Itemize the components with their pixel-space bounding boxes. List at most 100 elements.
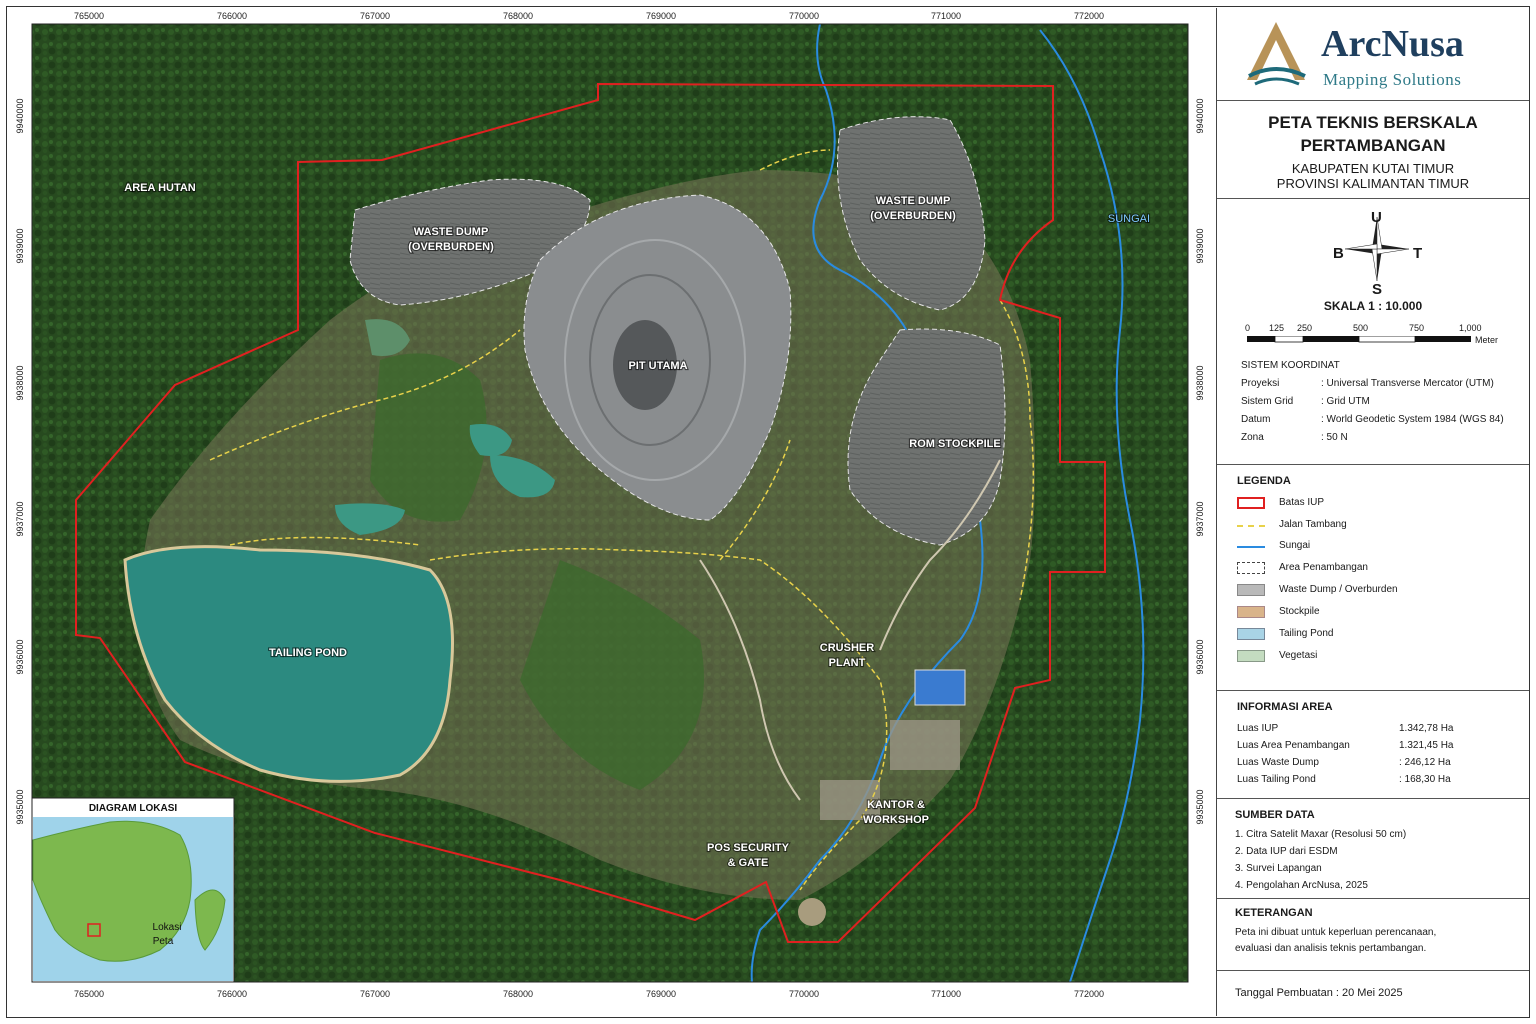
y-tick: 9939000 bbox=[15, 228, 25, 263]
y-tick: 9935000 bbox=[1195, 789, 1205, 824]
coord-value: : Universal Transverse Mercator (UTM) bbox=[1321, 378, 1494, 389]
source-item: 4. Pengolahan ArcNusa, 2025 bbox=[1235, 880, 1368, 891]
info-value: : 246,12 Ha bbox=[1399, 757, 1451, 768]
label-sungai: SUNGAI bbox=[1108, 213, 1150, 225]
legend-label: Batas IUP bbox=[1279, 497, 1325, 508]
legend-symbol-iup bbox=[1237, 497, 1265, 509]
x-axis-ticks-top: 765000 766000 767000 768000 769000 77000… bbox=[74, 11, 1104, 21]
y-axis-ticks-left: 9940000 9939000 9938000 9937000 9936000 … bbox=[15, 98, 25, 824]
scale-unit: Meter bbox=[1475, 335, 1499, 345]
x-tick: 772000 bbox=[1074, 11, 1104, 21]
x-tick: 767000 bbox=[360, 989, 390, 999]
compass-west: B bbox=[1333, 245, 1344, 262]
legend-title: LEGENDA bbox=[1237, 475, 1291, 487]
info-key: Luas Waste Dump bbox=[1237, 757, 1319, 768]
scale-tick-500: 500 bbox=[1353, 323, 1369, 333]
x-tick: 772000 bbox=[1074, 989, 1104, 999]
x-tick: 770000 bbox=[789, 989, 819, 999]
area-info-block: INFORMASI AREA Luas IUP 1.342,78 Ha Luas… bbox=[1217, 690, 1529, 798]
y-tick: 9937000 bbox=[15, 501, 25, 536]
date-block: Tanggal Pembuatan : 20 Mei 2025 bbox=[1217, 970, 1529, 1016]
inset-label-lokasi: Lokasi bbox=[153, 922, 182, 933]
legend-symbol-stockpile bbox=[1237, 606, 1265, 618]
legend-label: Area Penambangan bbox=[1279, 562, 1368, 573]
y-tick: 9938000 bbox=[15, 365, 25, 400]
y-tick: 9936000 bbox=[1195, 639, 1205, 674]
compass-scale-block: U S B T SKALA 1 : 10.000 0 125 250 500 7… bbox=[1217, 198, 1529, 358]
label-pit-utama: PIT UTAMA bbox=[628, 360, 687, 372]
x-tick: 771000 bbox=[931, 11, 961, 21]
x-axis-ticks-bottom: 765000 766000 767000 768000 769000 77000… bbox=[74, 989, 1104, 999]
compass-east: T bbox=[1413, 245, 1423, 262]
inset-title: DIAGRAM LOKASI bbox=[89, 803, 178, 814]
notes-line-2: evaluasi dan analisis teknis pertambanga… bbox=[1235, 943, 1427, 954]
x-tick: 765000 bbox=[74, 989, 104, 999]
info-value: : 168,30 Ha bbox=[1399, 774, 1451, 785]
label-waste-dump-1-sub: (OVERBURDEN) bbox=[408, 241, 494, 253]
info-value: 1.342,78 Ha bbox=[1399, 723, 1454, 734]
inset-location-diagram: DIAGRAM LOKASI Lokasi Peta bbox=[31, 797, 235, 983]
logo-mark-icon bbox=[1247, 22, 1306, 86]
map-info-panel: ArcNusa Mapping Solutions PETA TEKNIS BE… bbox=[1216, 8, 1529, 1016]
creation-date: Tanggal Pembuatan : 20 Mei 2025 bbox=[1235, 987, 1403, 999]
info-value: 1.321,45 Ha bbox=[1399, 740, 1454, 751]
label-area-hutan: AREA HUTAN bbox=[124, 182, 196, 194]
x-tick: 768000 bbox=[503, 989, 533, 999]
y-tick: 9936000 bbox=[15, 639, 25, 674]
y-tick: 9939000 bbox=[1195, 228, 1205, 263]
source-item: 2. Data IUP dari ESDM bbox=[1235, 846, 1338, 857]
x-tick: 767000 bbox=[360, 11, 390, 21]
legend-block: LEGENDA Batas IUP Jalan Tambang Sungai A… bbox=[1217, 464, 1529, 690]
label-crusher: CRUSHER bbox=[820, 642, 874, 654]
x-tick: 770000 bbox=[789, 11, 819, 21]
scale-bar bbox=[1247, 336, 1471, 343]
legend-label: Stockpile bbox=[1279, 606, 1320, 617]
y-tick: 9940000 bbox=[15, 98, 25, 133]
label-waste-dump-2: WASTE DUMP bbox=[876, 195, 951, 207]
x-tick: 771000 bbox=[931, 989, 961, 999]
legend-symbol-waste-dump bbox=[1237, 584, 1265, 596]
legend-label: Tailing Pond bbox=[1279, 628, 1334, 639]
source-item: 1. Citra Satelit Maxar (Resolusi 50 cm) bbox=[1235, 829, 1407, 840]
label-pos-security-sub: & GATE bbox=[728, 857, 769, 869]
info-key: Luas Area Penambangan bbox=[1237, 740, 1350, 751]
legend-symbol-road bbox=[1237, 525, 1265, 527]
info-title: INFORMASI AREA bbox=[1237, 701, 1333, 713]
info-key: Luas Tailing Pond bbox=[1237, 774, 1316, 785]
legend-label: Vegetasi bbox=[1279, 650, 1318, 661]
legend-label: Sungai bbox=[1279, 540, 1311, 551]
title-block: PETA TEKNIS BERSKALA PERTAMBANGAN KABUPA… bbox=[1217, 100, 1529, 198]
label-pos-security: POS SECURITY bbox=[707, 842, 790, 854]
y-tick: 9937000 bbox=[1195, 501, 1205, 536]
label-crusher-sub: PLANT bbox=[829, 657, 866, 669]
label-rom-stockpile: ROM STOCKPILE bbox=[909, 438, 1000, 450]
scale-tick-250: 250 bbox=[1297, 323, 1313, 333]
coord-title: SISTEM KOORDINAT bbox=[1241, 360, 1340, 371]
compass-north: U bbox=[1371, 209, 1382, 226]
coord-key: Proyeksi bbox=[1241, 378, 1280, 389]
notes-title: KETERANGAN bbox=[1235, 907, 1313, 919]
logo-name: ArcNusa bbox=[1321, 23, 1464, 65]
source-item: 3. Survei Lapangan bbox=[1235, 863, 1322, 874]
scale-tick-0: 0 bbox=[1245, 323, 1251, 333]
notes-block: KETERANGAN Peta ini dibuat untuk keperlu… bbox=[1217, 898, 1529, 970]
x-tick: 766000 bbox=[217, 989, 247, 999]
vegetated-patches bbox=[370, 353, 487, 522]
coord-key: Datum bbox=[1241, 414, 1271, 425]
label-waste-dump-1: WASTE DUMP bbox=[414, 226, 489, 238]
y-axis-ticks-right: 9940000 9939000 9938000 9937000 9936000 … bbox=[1195, 98, 1205, 824]
y-tick: 9940000 bbox=[1195, 98, 1205, 133]
legend-symbol-vegetation bbox=[1237, 650, 1265, 662]
legend-symbol-mining-area bbox=[1237, 562, 1265, 574]
scale-tick-1000: 1,000 bbox=[1459, 323, 1482, 333]
y-tick: 9938000 bbox=[1195, 365, 1205, 400]
x-tick: 765000 bbox=[74, 11, 104, 21]
label-waste-dump-2-sub: (OVERBURDEN) bbox=[870, 210, 956, 222]
compass-south: S bbox=[1372, 281, 1383, 298]
coord-value: : Grid UTM bbox=[1321, 396, 1370, 407]
title-line-4: PROVINSI KALIMANTAN TIMUR bbox=[1276, 176, 1470, 191]
inset-label-peta: Peta bbox=[153, 936, 174, 947]
label-kantor-sub: WORKSHOP bbox=[863, 814, 929, 826]
coord-value: : World Geodetic System 1984 (WGS 84) bbox=[1321, 414, 1504, 425]
coord-value: : 50 N bbox=[1321, 432, 1348, 443]
